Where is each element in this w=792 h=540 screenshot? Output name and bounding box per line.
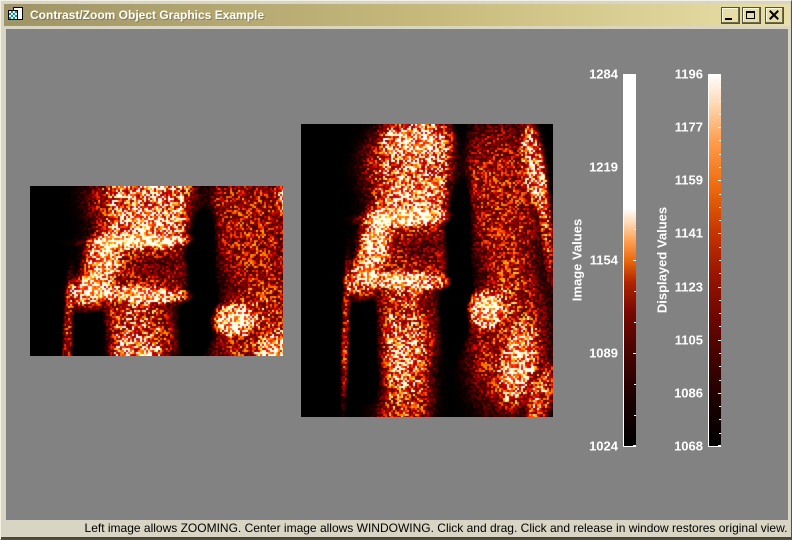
window-bottom-edge xyxy=(1,537,792,539)
colorbar-tick-label: 1068 xyxy=(674,439,703,454)
status-bar: Left image allows ZOOMING. Center image … xyxy=(4,520,790,537)
colorbar-minor-tick xyxy=(634,415,636,416)
colorbar-axis-title: Image Values xyxy=(570,219,585,301)
colorbar-minor-tick xyxy=(634,322,636,323)
colorbar-minor-tick xyxy=(719,194,721,195)
colorbar-tick-label: 1089 xyxy=(589,346,618,361)
colorbar-major-tick xyxy=(633,74,636,75)
close-icon xyxy=(769,10,779,20)
colorbar-minor-tick xyxy=(719,406,721,407)
colorbar-major-tick xyxy=(633,353,636,354)
colorbar-minor-tick xyxy=(719,433,721,434)
colorbar-minor-tick xyxy=(634,384,636,385)
app-window: Contrast/Zoom Object Graphics Example 12… xyxy=(0,0,792,540)
colorbar-major-tick xyxy=(718,445,721,446)
colorbar-major-tick xyxy=(633,167,636,168)
minimize-icon xyxy=(725,18,732,20)
colorbar-minor-tick xyxy=(719,114,721,115)
client-area: 1284 1219 1154 1089 1024 Image Values 1196 1177… xyxy=(6,29,788,520)
colorbar-tick-label: 1159 xyxy=(675,173,703,188)
colorbar-minor-tick xyxy=(634,198,636,199)
colorbar-tick-label: 1123 xyxy=(675,279,703,294)
colorbar-minor-tick xyxy=(719,247,721,248)
colorbar-tick-label: 1086 xyxy=(674,385,703,400)
caption-buttons xyxy=(721,7,784,24)
colorbar-minor-tick xyxy=(719,167,721,168)
colorbar-minor-tick xyxy=(634,229,636,230)
colorbar-minor-tick xyxy=(719,154,721,155)
colorbar-major-tick xyxy=(718,127,721,128)
colorbar-minor-tick xyxy=(719,326,721,327)
colorbar-minor-tick xyxy=(719,220,721,221)
mri-zoom-image[interactable] xyxy=(30,186,283,356)
colorbar-minor-tick xyxy=(719,380,721,381)
colorbar-minor-tick xyxy=(719,260,721,261)
colorbar-minor-tick xyxy=(719,366,721,367)
app-icon[interactable] xyxy=(8,7,24,23)
colorbar-minor-tick xyxy=(719,273,721,274)
colorbar-major-tick xyxy=(633,260,636,261)
colorbar-major-tick xyxy=(718,287,721,288)
colorbar-minor-tick xyxy=(719,207,721,208)
colorbar-tick-label: 1196 xyxy=(675,67,703,82)
colorbar-major-tick xyxy=(718,74,721,75)
colorbar-axis-title: Displayed Values xyxy=(655,207,670,313)
colorbar-minor-tick xyxy=(719,87,721,88)
colorbar-minor-tick xyxy=(719,140,721,141)
colorbar-minor-tick xyxy=(719,300,721,301)
colorbar-major-tick xyxy=(633,445,636,446)
colorbar-display xyxy=(708,74,721,447)
colorbar-minor-tick xyxy=(719,419,721,420)
colorbar-tick-label: 1024 xyxy=(589,439,618,454)
colorbar-tick-label: 1105 xyxy=(675,332,703,347)
colorbar-image xyxy=(623,74,636,447)
maximize-icon xyxy=(746,11,755,19)
colorbar-major-tick xyxy=(718,233,721,234)
colorbar-major-tick xyxy=(718,180,721,181)
app-icon-front-sheet xyxy=(8,10,18,20)
title-bar[interactable]: Contrast/Zoom Object Graphics Example xyxy=(4,4,790,26)
colorbar-major-tick xyxy=(718,340,721,341)
colorbar-tick-label: 1177 xyxy=(675,120,703,135)
colorbar-minor-tick xyxy=(634,105,636,106)
colorbar-minor-tick xyxy=(634,136,636,137)
minimize-button[interactable] xyxy=(721,7,740,24)
colorbar-tick-label: 1154 xyxy=(590,253,618,268)
maximize-button[interactable] xyxy=(742,7,761,24)
colorbar-tick-label: 1284 xyxy=(589,67,618,82)
colorbar-tick-label: 1219 xyxy=(589,160,618,175)
colorbar-minor-tick xyxy=(719,353,721,354)
window-title: Contrast/Zoom Object Graphics Example xyxy=(30,8,721,22)
close-button[interactable] xyxy=(765,7,784,24)
colorbar-tick-label: 1141 xyxy=(675,226,703,241)
colorbar-minor-tick xyxy=(719,101,721,102)
mri-window-image[interactable] xyxy=(301,124,553,417)
colorbar-minor-tick xyxy=(634,291,636,292)
colorbar-major-tick xyxy=(718,393,721,394)
colorbar-minor-tick xyxy=(719,313,721,314)
